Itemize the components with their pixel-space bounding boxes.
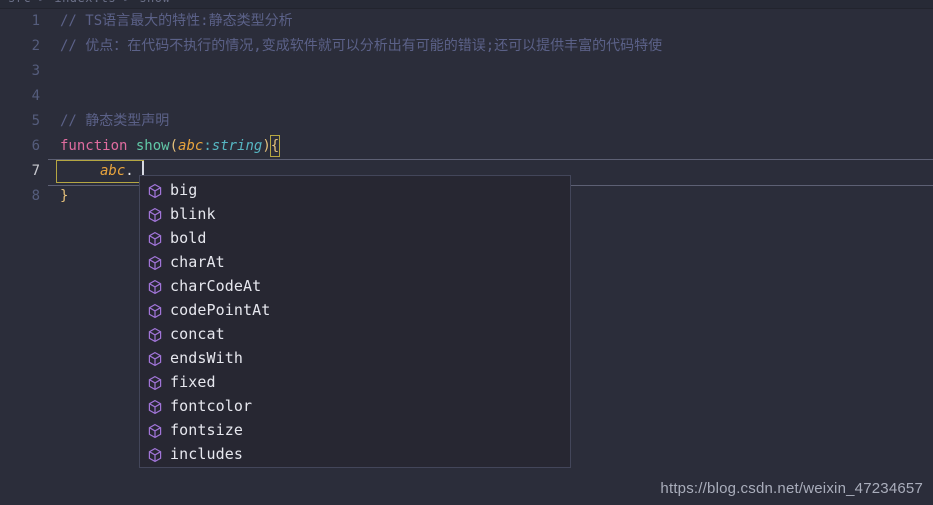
cube-icon <box>147 422 163 439</box>
line-number: 8 <box>31 188 40 204</box>
suggest-item-label: includes <box>170 445 244 463</box>
line-content: // 优点：在代码不执行的情况,变成软件就可以分析出有可能的错误;还可以提供丰富… <box>60 38 663 54</box>
cube-icon <box>147 230 163 247</box>
token-brace-open: { <box>269 135 281 157</box>
cube-icon <box>147 326 163 343</box>
suggest-item[interactable]: fontcolor <box>140 394 570 418</box>
cube-icon <box>147 398 163 415</box>
token-dot: . <box>125 163 134 179</box>
suggest-item-label: concat <box>170 325 225 343</box>
code-line: 6 function show(abc:string){ <box>0 134 933 159</box>
token-variable: abc <box>100 163 126 179</box>
token-paren-open: ( <box>169 138 179 154</box>
suggest-item-label: big <box>170 181 198 199</box>
suggest-item-label: charCodeAt <box>170 277 262 295</box>
suggest-item[interactable]: big <box>140 178 570 202</box>
suggest-item-label: fontcolor <box>170 397 253 415</box>
line-number: 3 <box>31 63 40 79</box>
cube-icon <box>147 374 163 391</box>
line-content: // 静态类型声明 <box>60 113 170 129</box>
suggest-item-label: fixed <box>170 373 216 391</box>
suggest-item[interactable]: bold <box>140 226 570 250</box>
code-line: 2 // 优点：在代码不执行的情况,变成软件就可以分析出有可能的错误;还可以提供… <box>0 34 933 59</box>
cube-icon <box>147 206 163 223</box>
suggest-item-label: bold <box>170 229 207 247</box>
token-parameter: abc <box>178 138 204 154</box>
breadcrumb-bar[interactable]: src > index.ts > show <box>0 0 933 9</box>
suggest-item-label: fontsize <box>170 421 244 439</box>
code-line: 5 // 静态类型声明 <box>0 109 933 134</box>
token-type: string <box>211 138 263 154</box>
vscode-editor-screenshot: src > index.ts > show 1 // TS语言最大的特性:静态类… <box>0 0 933 505</box>
cube-icon <box>147 278 163 295</box>
cube-icon <box>147 182 163 199</box>
code-line: 3 <box>0 59 933 84</box>
line-content: abc. <box>100 159 134 184</box>
suggest-item-label: blink <box>170 205 216 223</box>
token-keyword: function <box>60 138 128 154</box>
cube-icon <box>147 254 163 271</box>
line-number: 6 <box>31 138 40 154</box>
line-number: 2 <box>31 38 40 54</box>
suggest-item[interactable]: fixed <box>140 370 570 394</box>
line-number: 1 <box>31 13 40 29</box>
suggest-item[interactable]: includes <box>140 442 570 466</box>
cube-icon <box>147 302 163 319</box>
suggest-item[interactable]: charAt <box>140 250 570 274</box>
token-colon: : <box>203 138 212 154</box>
line-content: } <box>60 188 69 204</box>
suggest-item[interactable]: concat <box>140 322 570 346</box>
line-number: 7 <box>31 163 40 179</box>
watermark: https://blog.csdn.net/weixin_47234657 <box>660 480 923 497</box>
suggest-item-label: endsWith <box>170 349 244 367</box>
line-number: 4 <box>31 88 40 104</box>
line-content: // TS语言最大的特性:静态类型分析 <box>60 13 293 29</box>
code-line: 1 // TS语言最大的特性:静态类型分析 <box>0 9 933 34</box>
token-function-name: show <box>135 138 170 154</box>
suggest-item[interactable]: fontsize <box>140 418 570 442</box>
suggest-item[interactable]: codePointAt <box>140 298 570 322</box>
suggest-item[interactable]: blink <box>140 202 570 226</box>
line-number: 5 <box>31 113 40 129</box>
code-line: 4 <box>0 84 933 109</box>
suggest-item-label: charAt <box>170 253 225 271</box>
suggest-item-label: codePointAt <box>170 301 271 319</box>
line-content: function show(abc:string){ <box>60 134 281 159</box>
cube-icon <box>147 350 163 367</box>
cube-icon <box>147 446 163 463</box>
autocomplete-suggest-widget[interactable]: big blink bold charAt charCodeAt codePoi <box>139 175 571 468</box>
suggest-item[interactable]: endsWith <box>140 346 570 370</box>
suggest-item[interactable]: charCodeAt <box>140 274 570 298</box>
suggest-list[interactable]: big blink bold charAt charCodeAt codePoi <box>140 176 570 466</box>
breadcrumb: src > index.ts > show <box>8 0 170 5</box>
